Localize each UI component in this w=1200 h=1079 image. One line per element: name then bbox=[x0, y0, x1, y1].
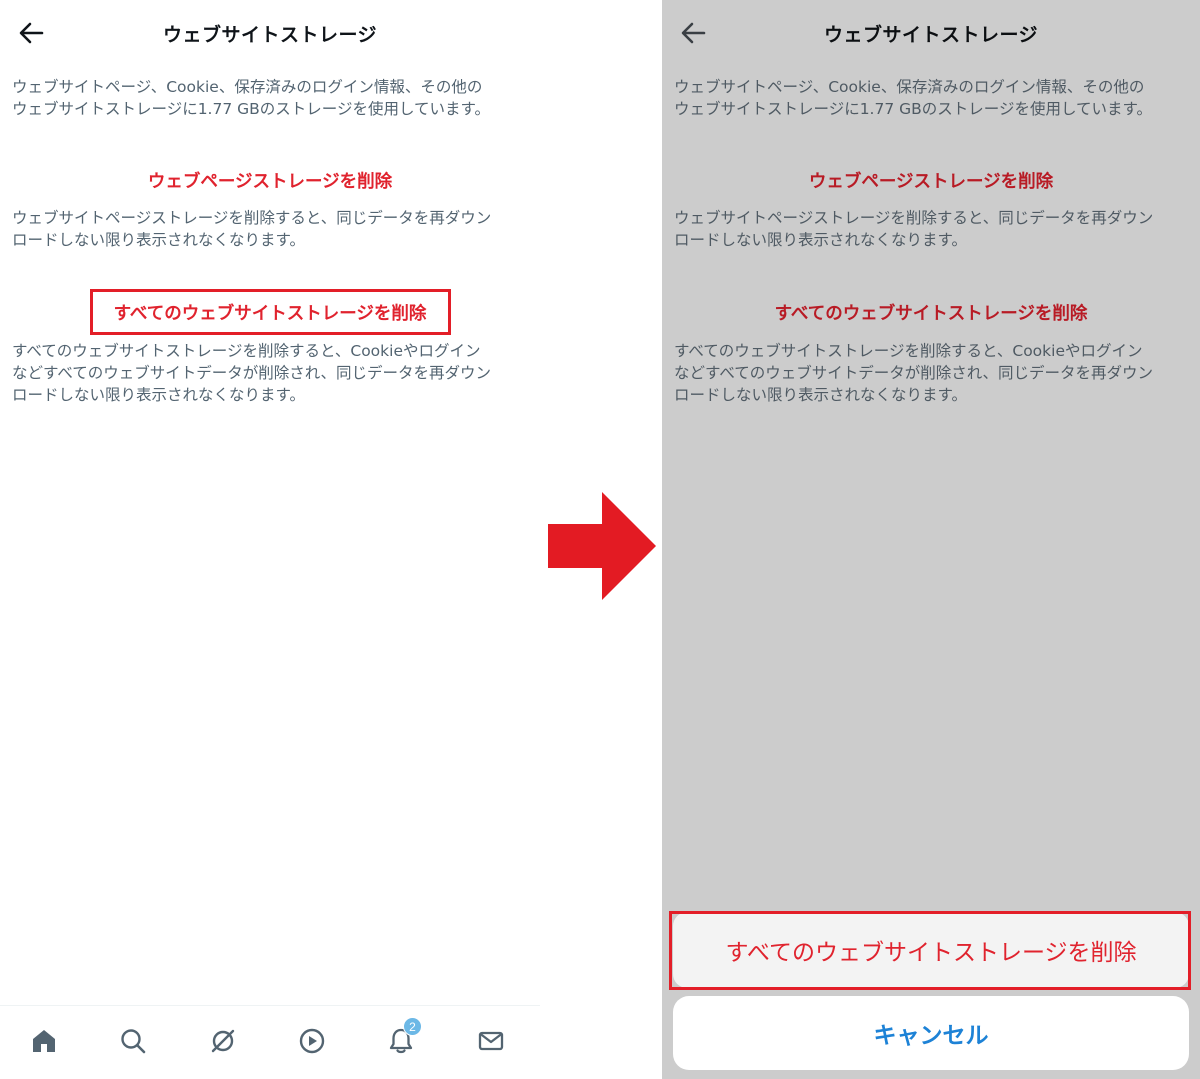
header: ウェブサイトストレージ bbox=[0, 0, 540, 66]
screen-before: ウェブサイトストレージ ウェブサイトページ、Cookie、保存済みのログイン情報… bbox=[0, 0, 540, 1079]
transition-arrow-icon bbox=[548, 492, 656, 600]
delete-all-storage-button[interactable]: すべてのウェブサイトストレージを削除 bbox=[662, 300, 1200, 325]
highlight-box bbox=[669, 911, 1191, 990]
spaces-icon bbox=[211, 1029, 235, 1053]
usage-description: ウェブサイトページ、Cookie、保存済みのログイン情報、その他の ウェブサイト… bbox=[674, 78, 1152, 118]
home-icon bbox=[33, 1030, 55, 1052]
delete-all-storage-description: すべてのウェブサイトストレージを削除すると、Cookieやログイン などすべての… bbox=[12, 342, 491, 404]
notification-badge: 2 bbox=[403, 1017, 422, 1036]
search-icon bbox=[121, 1029, 146, 1054]
page-title: ウェブサイトストレージ bbox=[162, 24, 378, 46]
header: ウェブサイトストレージ bbox=[662, 0, 1200, 66]
delete-all-storage-description: すべてのウェブサイトストレージを削除すると、Cookieやログイン などすべての… bbox=[674, 342, 1153, 404]
delete-page-storage-button[interactable]: ウェブページストレージを削除 bbox=[662, 168, 1200, 193]
nav-video[interactable] bbox=[294, 1023, 330, 1059]
nav-messages[interactable] bbox=[473, 1023, 509, 1059]
delete-page-storage-description: ウェブサイトページストレージを削除すると、同じデータを再ダウン ロードしない限り… bbox=[12, 209, 492, 249]
nav-notifications[interactable]: 2 bbox=[383, 1017, 422, 1059]
page-title: ウェブサイトストレージ bbox=[823, 24, 1039, 46]
nav-spaces[interactable] bbox=[205, 1023, 241, 1059]
delete-page-storage-button[interactable]: ウェブページストレージを削除 bbox=[0, 168, 540, 193]
cancel-button[interactable]: キャンセル bbox=[673, 996, 1189, 1070]
highlight-box bbox=[90, 289, 451, 335]
bottom-nav: 2 bbox=[0, 1005, 540, 1079]
usage-description: ウェブサイトページ、Cookie、保存済みのログイン情報、その他の ウェブサイト… bbox=[12, 78, 490, 118]
nav-home[interactable] bbox=[26, 1023, 62, 1059]
video-icon bbox=[299, 1028, 325, 1054]
messages-icon bbox=[478, 1031, 504, 1051]
delete-page-storage-description: ウェブサイトページストレージを削除すると、同じデータを再ダウン ロードしない限り… bbox=[674, 209, 1154, 249]
nav-search[interactable] bbox=[115, 1023, 151, 1059]
